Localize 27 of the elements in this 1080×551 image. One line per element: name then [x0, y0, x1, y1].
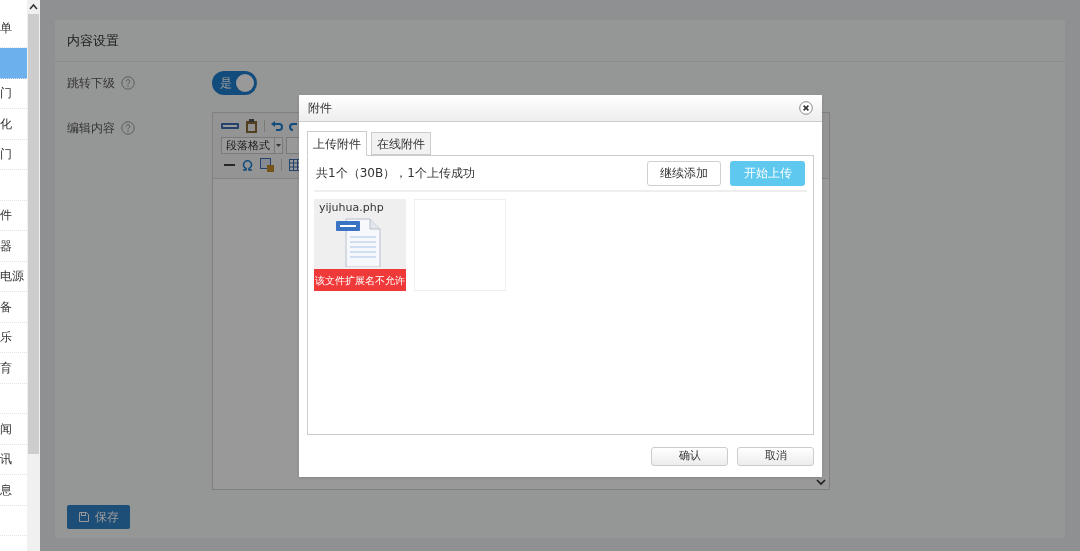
- section-title: 内容设置: [67, 31, 119, 50]
- file-thumbnail[interactable]: yijuhua.php 该文件扩展名不允许: [314, 199, 406, 291]
- dialog-tab[interactable]: 上传附件: [307, 131, 367, 156]
- omega-icon[interactable]: [242, 159, 253, 171]
- confirm-button[interactable]: 确认: [651, 446, 728, 466]
- file-name: yijuhua.php: [318, 200, 385, 215]
- undo-icon[interactable]: [271, 120, 283, 132]
- caret-icon: [276, 144, 281, 147]
- clipboard-icon[interactable]: [245, 119, 258, 133]
- redo-icon[interactable]: [289, 120, 299, 132]
- field-label: 跳转下级: [67, 75, 115, 92]
- dialog-title: 附件: [308, 100, 332, 117]
- dialog-tab[interactable]: 在线附件: [371, 132, 431, 155]
- cancel-button[interactable]: 取消: [737, 446, 814, 466]
- paragraph-format-select[interactable]: 段落格式: [221, 137, 283, 154]
- help-icon[interactable]: [121, 121, 135, 135]
- scroll-down-icon[interactable]: [816, 479, 826, 486]
- image-icon[interactable]: [260, 158, 274, 172]
- help-icon[interactable]: [121, 76, 135, 90]
- close-icon[interactable]: [799, 101, 813, 115]
- upload-status: 共1个（30B），1个上传成功: [316, 165, 475, 182]
- html-source-icon[interactable]: [221, 122, 239, 130]
- add-more-button[interactable]: 继续添加: [647, 160, 721, 186]
- sidebar-scrollbar[interactable]: [27, 0, 40, 551]
- scroll-thumb[interactable]: [28, 14, 39, 454]
- upload-error: 该文件扩展名不允许: [314, 269, 406, 291]
- field-label: 编辑内容: [67, 120, 115, 137]
